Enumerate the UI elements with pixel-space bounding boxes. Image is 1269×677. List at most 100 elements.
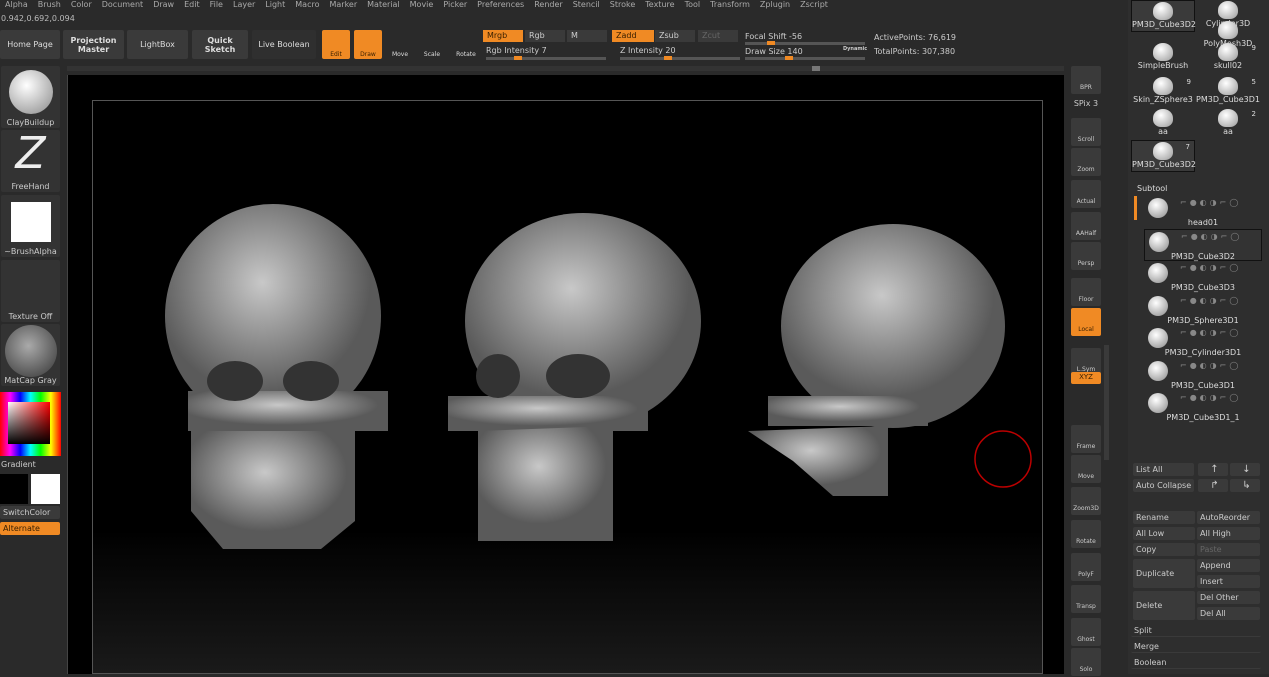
shelf-solo[interactable]: Solo (1071, 648, 1101, 676)
menu-stroke[interactable]: Stroke (605, 0, 641, 11)
subtool-item[interactable]: ⌐●◐◑⌐◯ PM3D_Sphere3D1 (1144, 294, 1262, 326)
shelf-aahalf[interactable]: AAHalf (1071, 212, 1101, 240)
shelf-transp[interactable]: Transp (1071, 585, 1101, 613)
zadd-button[interactable]: Zadd (612, 30, 654, 42)
tool-item[interactable]: skull02 9 (1196, 42, 1260, 74)
append-button[interactable]: Append (1197, 559, 1260, 572)
zsub-button[interactable]: Zsub (655, 30, 695, 42)
menu-zplugin[interactable]: Zplugin (755, 0, 795, 11)
stroke-selector[interactable]: Z FreeHand (1, 130, 60, 192)
texture-selector[interactable]: Texture Off (1, 260, 60, 322)
rgb-button[interactable]: Rgb (525, 30, 565, 42)
subtool-item[interactable]: ⌐●◐◑⌐◯ head01 (1144, 196, 1262, 228)
m-button[interactable]: M (567, 30, 607, 42)
shelf-bpr[interactable]: BPR (1071, 66, 1101, 94)
shelf-spix-3[interactable]: SPix 3 (1071, 97, 1101, 109)
secondary-color-swatch[interactable] (0, 474, 28, 504)
tool-item[interactable]: SimpleBrush (1131, 42, 1195, 74)
up-button[interactable]: ↑ (1198, 463, 1228, 476)
menu-render[interactable]: Render (529, 0, 567, 11)
primary-color-swatch[interactable] (31, 474, 60, 504)
mrgb-button[interactable]: Mrgb (483, 30, 523, 42)
insert-button[interactable]: Insert (1197, 575, 1260, 588)
redo-button[interactable]: ↱ (1198, 479, 1228, 492)
shelf-actual[interactable]: Actual (1071, 180, 1101, 208)
material-selector[interactable]: MatCap Gray (1, 324, 60, 386)
menu-document[interactable]: Document (97, 0, 148, 11)
delete-button[interactable]: Delete (1133, 591, 1195, 620)
subtool-scrollbar[interactable] (1134, 196, 1137, 220)
all-high-button[interactable]: All High (1197, 527, 1260, 540)
focal-shift-slider[interactable] (745, 41, 865, 45)
draw-button[interactable]: Draw (354, 30, 382, 59)
split-button[interactable]: Split (1131, 624, 1261, 637)
shelf-move[interactable]: Move (1071, 455, 1101, 483)
return-button[interactable]: ↳ (1230, 479, 1260, 492)
menu-edit[interactable]: Edit (179, 0, 205, 11)
menu-picker[interactable]: Picker (438, 0, 472, 11)
down-button[interactable]: ↓ (1230, 463, 1260, 476)
draw-size-slider[interactable] (745, 56, 865, 60)
subtool-title[interactable]: Subtool (1137, 184, 1167, 193)
shelf-zoom[interactable]: Zoom (1071, 148, 1101, 176)
shelf-frame[interactable]: Frame (1071, 425, 1101, 453)
rename-button[interactable]: Rename (1133, 511, 1195, 524)
merge-button[interactable]: Merge (1131, 640, 1261, 653)
shelf-scrollbar[interactable] (1104, 345, 1109, 460)
menu-preferences[interactable]: Preferences (472, 0, 529, 11)
menu-material[interactable]: Material (362, 0, 405, 11)
shelf-local[interactable]: Local (1071, 308, 1101, 336)
subtool-item[interactable]: ⌐●◐◑⌐◯ PM3D_Cylinder3D1 (1144, 326, 1262, 358)
menu-stencil[interactable]: Stencil (568, 0, 605, 11)
all-low-button[interactable]: All Low (1133, 527, 1195, 540)
switch-color-button[interactable]: SwitchColor (0, 506, 60, 519)
color-picker[interactable] (0, 392, 61, 456)
menu-layer[interactable]: Layer (228, 0, 260, 11)
subtool-item[interactable]: ⌐●◐◑⌐◯ PM3D_Cube3D1_1 (1144, 391, 1262, 423)
del-all-button[interactable]: Del All (1197, 607, 1260, 620)
list-all-button[interactable]: List All (1133, 463, 1194, 476)
z-intensity-slider[interactable] (620, 56, 740, 60)
live-boolean-button[interactable]: Live Boolean (252, 30, 316, 59)
rotate-button[interactable]: Rotate (452, 30, 480, 59)
menu-macro[interactable]: Macro (290, 0, 324, 11)
zcut-button[interactable]: Zcut (698, 30, 738, 42)
menu-texture[interactable]: Texture (640, 0, 679, 11)
subtool-visibility-icons[interactable]: ⌐●◐◑⌐◯ (1180, 296, 1241, 305)
shelf-xyz[interactable]: XYZ (1071, 372, 1101, 384)
tool-item[interactable]: PM3D_Cube3D1 5 (1196, 76, 1260, 108)
shelf-scroll[interactable]: Scroll (1071, 118, 1101, 146)
shelf-floor[interactable]: Floor (1071, 278, 1101, 306)
subtool-visibility-icons[interactable]: ⌐●◐◑⌐◯ (1180, 198, 1241, 207)
menu-brush[interactable]: Brush (33, 0, 66, 11)
gradient-label[interactable]: Gradient (1, 460, 36, 469)
shelf-rotate[interactable]: Rotate (1071, 520, 1101, 548)
projection-master-button[interactable]: Projection Master (63, 30, 124, 59)
shelf-ghost[interactable]: Ghost (1071, 618, 1101, 646)
subtool-item[interactable]: ⌐●◐◑⌐◯ PM3D_Cube3D1 (1144, 359, 1262, 391)
lightbox-button[interactable]: LightBox (127, 30, 188, 59)
menu-alpha[interactable]: Alpha (0, 0, 33, 11)
tool-item[interactable]: PM3D_Cube3D2 (1131, 0, 1196, 32)
menu-draw[interactable]: Draw (148, 0, 179, 11)
menu-movie[interactable]: Movie (405, 0, 439, 11)
brush-selector[interactable]: ClayBuildup (1, 66, 60, 128)
subtool-visibility-icons[interactable]: ⌐●◐◑⌐◯ (1181, 232, 1242, 241)
scale-button[interactable]: Scale (420, 30, 444, 59)
dynamic-toggle[interactable]: Dynamic (843, 46, 867, 52)
document-viewport[interactable] (92, 100, 1043, 674)
rgb-intensity-slider[interactable] (486, 56, 606, 60)
menu-file[interactable]: File (205, 0, 228, 11)
del-other-button[interactable]: Del Other (1197, 591, 1260, 604)
tool-item[interactable]: aa 2 (1196, 108, 1260, 140)
menu-zscript[interactable]: Zscript (795, 0, 833, 11)
menu-light[interactable]: Light (260, 0, 290, 11)
duplicate-button[interactable]: Duplicate (1133, 559, 1195, 588)
home-page-button[interactable]: Home Page (0, 30, 60, 59)
paste-button[interactable]: Paste (1197, 543, 1260, 556)
menu-marker[interactable]: Marker (324, 0, 362, 11)
tool-item[interactable]: aa (1131, 108, 1195, 140)
tool-item[interactable]: PM3D_Cube3D2 7 (1131, 140, 1196, 172)
subtool-item[interactable]: ⌐●◐◑⌐◯ PM3D_Cube3D2 (1144, 228, 1262, 261)
subtool-visibility-icons[interactable]: ⌐●◐◑⌐◯ (1180, 361, 1241, 370)
